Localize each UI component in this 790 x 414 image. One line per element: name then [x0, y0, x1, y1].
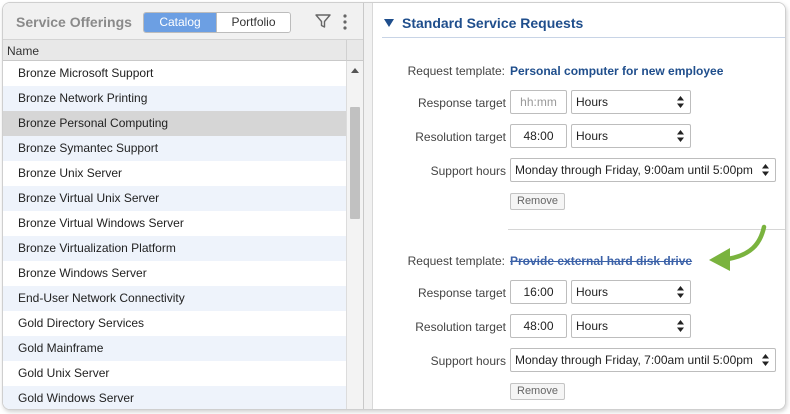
list-item[interactable]: Bronze Virtual Windows Server: [3, 211, 346, 236]
select-arrows-icon: [762, 354, 769, 366]
remove-button-1[interactable]: Remove: [510, 193, 565, 210]
request-template-value-1[interactable]: Personal computer for new employee: [510, 64, 723, 78]
collapse-triangle-icon[interactable]: [384, 19, 394, 27]
column-header-spacer: [346, 40, 363, 61]
scroll-thumb[interactable]: [350, 107, 360, 219]
support-hours-value-1: Monday through Friday, 9:00am until 5:00…: [515, 163, 753, 177]
column-header-name[interactable]: Name: [3, 40, 346, 61]
request-template-label-2: Request template:: [407, 254, 505, 268]
remove-button-2[interactable]: Remove: [510, 383, 565, 400]
resolution-unit-select-2[interactable]: Hours: [571, 314, 691, 338]
select-arrows-icon: [677, 130, 684, 142]
resolution-target-label-2: Resolution target: [415, 320, 506, 334]
response-unit-value-2: Hours: [576, 285, 609, 299]
list-item[interactable]: Bronze Virtualization Platform: [3, 236, 346, 261]
response-unit-select-1[interactable]: Hours: [571, 90, 691, 114]
list-item[interactable]: Bronze Network Printing: [3, 86, 346, 111]
section-header[interactable]: Standard Service Requests: [384, 15, 583, 31]
panel-header: Service Offerings Catalog Portfolio: [3, 3, 363, 40]
support-hours-label-1: Support hours: [430, 164, 506, 178]
response-target-placeholder-1: hh:mm: [520, 95, 557, 109]
list-item[interactable]: Bronze Unix Server: [3, 161, 346, 186]
list-item-selected[interactable]: Bronze Personal Computing: [3, 111, 346, 136]
resolution-unit-value-1: Hours: [576, 129, 609, 143]
response-target-label-1: Response target: [417, 96, 506, 110]
select-arrows-icon: [677, 320, 684, 332]
support-hours-label-2: Support hours: [430, 354, 506, 368]
response-target-label-2: Response target: [417, 286, 506, 300]
service-offerings-panel: Service Offerings Catalog Portfolio Name…: [3, 3, 364, 409]
response-target-input-1[interactable]: hh:mm: [510, 90, 567, 114]
select-arrows-icon: [762, 164, 769, 176]
support-hours-select-2[interactable]: Monday through Friday, 7:00am until 5:00…: [510, 348, 776, 372]
view-toggle: Catalog Portfolio: [143, 12, 291, 33]
request-template-value-2[interactable]: Provide external hard disk drive: [510, 254, 692, 268]
service-requests-panel: Standard Service Requests Request templa…: [364, 3, 785, 409]
window: Service Offerings Catalog Portfolio Name…: [2, 2, 786, 410]
list-item[interactable]: Gold Windows Server: [3, 386, 346, 409]
response-unit-value-1: Hours: [576, 95, 609, 109]
list-item[interactable]: Gold Directory Services: [3, 311, 346, 336]
select-arrows-icon: [677, 286, 684, 298]
list-item[interactable]: Gold Unix Server: [3, 361, 346, 386]
more-icon[interactable]: [342, 13, 348, 31]
list-item[interactable]: Bronze Symantec Support: [3, 136, 346, 161]
panel-title: Service Offerings: [16, 14, 132, 30]
resolution-target-input-2[interactable]: 48:00: [510, 314, 567, 338]
list-item[interactable]: End-User Network Connectivity: [3, 286, 346, 311]
service-list: Bronze Microsoft Support Bronze Network …: [3, 61, 346, 409]
response-unit-select-2[interactable]: Hours: [571, 280, 691, 304]
list-item[interactable]: Bronze Windows Server: [3, 261, 346, 286]
resolution-target-input-1[interactable]: 48:00: [510, 124, 567, 148]
request-template-label-1: Request template:: [407, 64, 505, 78]
filter-icon[interactable]: [314, 12, 332, 30]
callout-arrow-icon: [709, 224, 767, 271]
tab-portfolio[interactable]: Portfolio: [216, 13, 290, 32]
support-hours-value-2: Monday through Friday, 7:00am until 5:00…: [515, 353, 753, 367]
list-item[interactable]: Gold Mainframe: [3, 336, 346, 361]
response-target-input-2[interactable]: 16:00: [510, 280, 567, 304]
column-header-label: Name: [7, 44, 40, 58]
tab-catalog[interactable]: Catalog: [144, 13, 216, 32]
list-item[interactable]: Bronze Virtual Unix Server: [3, 186, 346, 211]
list-item[interactable]: Bronze Microsoft Support: [3, 61, 346, 86]
resolution-target-label-1: Resolution target: [415, 130, 506, 144]
resolution-unit-select-1[interactable]: Hours: [571, 124, 691, 148]
select-arrows-icon: [677, 96, 684, 108]
section-title: Standard Service Requests: [402, 15, 584, 31]
resolution-unit-value-2: Hours: [576, 319, 609, 333]
support-hours-select-1[interactable]: Monday through Friday, 9:00am until 5:00…: [510, 158, 776, 182]
section-rule: [382, 37, 785, 38]
